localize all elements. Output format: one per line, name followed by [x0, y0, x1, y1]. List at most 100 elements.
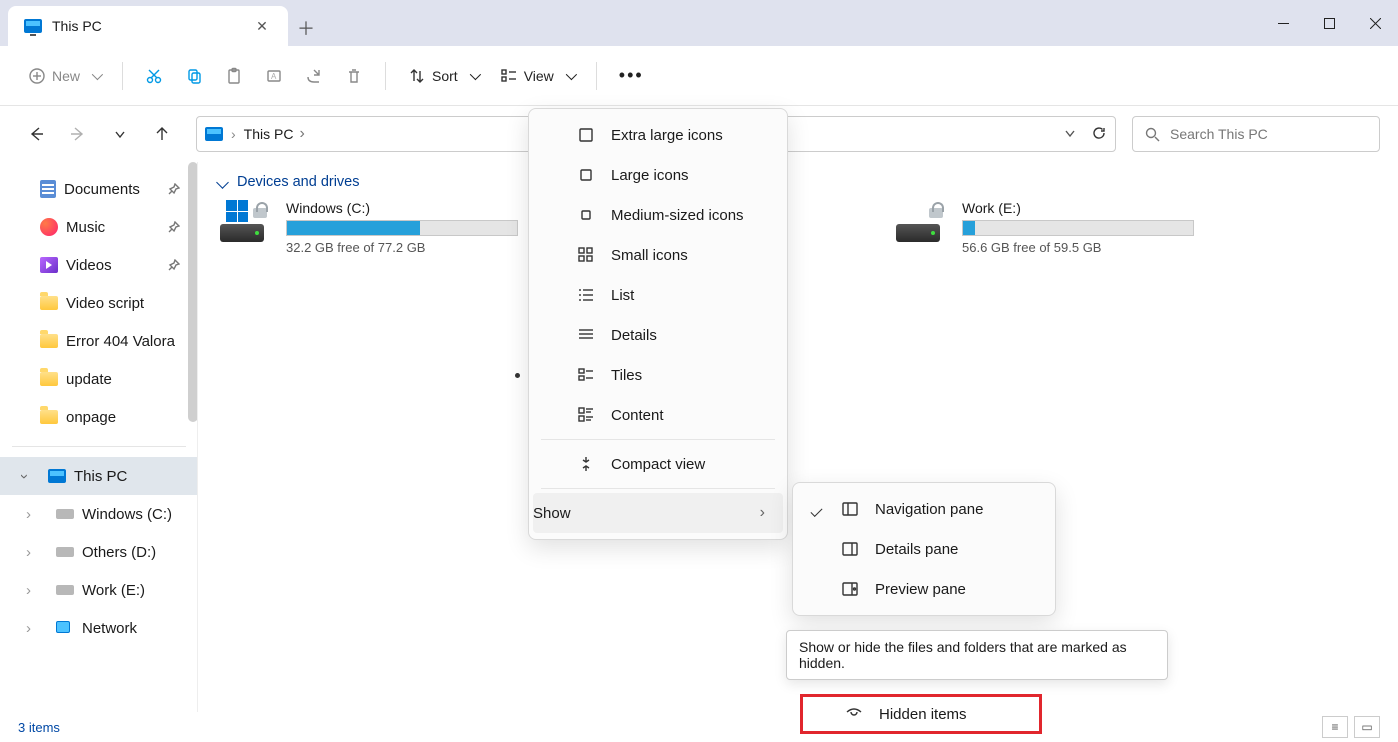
- tooltip-hidden-items: Show or hide the files and folders that …: [786, 630, 1168, 680]
- navigation-pane-icon: [841, 500, 859, 518]
- window-controls: [1260, 0, 1398, 46]
- menu-show[interactable]: Show: [533, 493, 783, 533]
- menu-list[interactable]: List: [533, 275, 783, 315]
- sidebar-this-pc[interactable]: This PC: [0, 457, 198, 495]
- music-icon: [40, 218, 58, 236]
- sidebar-network[interactable]: Network: [0, 609, 198, 647]
- copy-button[interactable]: [177, 58, 211, 94]
- address-dropdown-button[interactable]: [1063, 126, 1077, 143]
- view-dropdown-menu: Extra large icons Large icons Medium-siz…: [528, 108, 788, 540]
- disk-icon: [220, 224, 264, 242]
- menu-medium-icons[interactable]: Medium-sized icons: [533, 195, 783, 235]
- minimize-button[interactable]: [1260, 0, 1306, 46]
- menu-hidden-items[interactable]: Hidden items: [800, 694, 1042, 734]
- forward-button[interactable]: [60, 116, 96, 152]
- title-bar: This PC ✕ ＋: [0, 0, 1398, 46]
- details-icon: [577, 326, 595, 344]
- maximize-button[interactable]: [1306, 0, 1352, 46]
- pin-icon: [168, 259, 180, 271]
- active-tab[interactable]: This PC ✕: [8, 6, 288, 46]
- folder-icon: [40, 410, 58, 424]
- breadcrumb-this-pc[interactable]: This PC: [244, 125, 305, 143]
- details-view-switch[interactable]: ≡: [1322, 716, 1348, 738]
- medium-icons-icon: [577, 206, 595, 224]
- sidebar-item-video-script[interactable]: Video script: [0, 284, 198, 322]
- up-button[interactable]: [144, 116, 180, 152]
- details-pane-icon: [841, 540, 859, 558]
- pin-icon: [168, 183, 180, 195]
- disk-icon: [896, 224, 940, 242]
- menu-details-pane[interactable]: Details pane: [797, 529, 1051, 569]
- back-button[interactable]: [18, 116, 54, 152]
- navigation-pane: Documents Music Videos Video script Erro…: [0, 162, 198, 712]
- documents-icon: [40, 180, 56, 198]
- drive-usage-bar: [286, 220, 518, 236]
- view-button[interactable]: View: [492, 58, 582, 94]
- separator: [122, 62, 123, 90]
- new-button[interactable]: New: [20, 58, 108, 94]
- check-icon: [811, 501, 822, 518]
- folder-icon: [40, 334, 58, 348]
- drive-icon: [56, 547, 74, 557]
- recent-dropdown-button[interactable]: [102, 116, 138, 152]
- sidebar-item-music[interactable]: Music: [0, 208, 198, 246]
- show-submenu: Navigation pane Details pane Preview pan…: [792, 482, 1056, 616]
- close-tab-button[interactable]: ✕: [248, 12, 276, 40]
- sidebar-item-onpage[interactable]: onpage: [0, 398, 198, 436]
- search-input[interactable]: Search This PC: [1132, 116, 1380, 152]
- status-bar: 3 items ≡ ▭: [0, 712, 1398, 742]
- toolbar: New A Sort View •••: [0, 46, 1398, 106]
- sidebar-drive-e[interactable]: Work (E:): [0, 571, 198, 609]
- menu-large-icons[interactable]: Large icons: [533, 155, 783, 195]
- new-tab-button[interactable]: ＋: [288, 10, 324, 46]
- rename-button[interactable]: A: [257, 58, 291, 94]
- drive-e-icon: [894, 200, 950, 248]
- radio-selected-icon: [515, 373, 520, 378]
- separator: [596, 62, 597, 90]
- menu-compact-view[interactable]: Compact view: [533, 444, 783, 484]
- this-pc-icon: [48, 469, 66, 483]
- more-button[interactable]: •••: [611, 58, 652, 94]
- menu-details[interactable]: Details: [533, 315, 783, 355]
- status-item-count: 3 items: [18, 720, 60, 735]
- pin-icon: [168, 221, 180, 233]
- tiles-icon: [577, 366, 595, 384]
- delete-button[interactable]: [337, 58, 371, 94]
- sidebar-drive-c[interactable]: Windows (C:): [0, 495, 198, 533]
- drive-item-e[interactable]: Work (E:) 56.6 GB free of 59.5 GB: [894, 200, 1194, 255]
- extra-large-icons-icon: [577, 126, 595, 144]
- cut-button[interactable]: [137, 58, 171, 94]
- refresh-button[interactable]: [1091, 125, 1107, 144]
- drive-free-text: 56.6 GB free of 59.5 GB: [962, 240, 1194, 255]
- list-icon: [577, 286, 595, 304]
- drive-free-text: 32.2 GB free of 77.2 GB: [286, 240, 518, 255]
- preview-pane-icon: [841, 580, 859, 598]
- tiles-view-switch[interactable]: ▭: [1354, 716, 1380, 738]
- folder-icon: [40, 372, 58, 386]
- sidebar-item-update[interactable]: update: [0, 360, 198, 398]
- sidebar-item-documents[interactable]: Documents: [0, 170, 198, 208]
- large-icons-icon: [577, 166, 595, 184]
- folder-icon: [40, 296, 58, 310]
- menu-separator: [541, 488, 775, 489]
- menu-extra-large-icons[interactable]: Extra large icons: [533, 115, 783, 155]
- windows-logo-icon: [226, 200, 248, 222]
- drive-name: Windows (C:): [286, 200, 518, 216]
- sidebar-drive-d[interactable]: Others (D:): [0, 533, 198, 571]
- menu-navigation-pane[interactable]: Navigation pane: [797, 489, 1051, 529]
- share-button[interactable]: [297, 58, 331, 94]
- small-icons-icon: [577, 246, 595, 264]
- sidebar-item-videos[interactable]: Videos: [0, 246, 198, 284]
- menu-small-icons[interactable]: Small icons: [533, 235, 783, 275]
- paste-button[interactable]: [217, 58, 251, 94]
- group-header-devices[interactable]: Devices and drives: [218, 174, 1378, 190]
- menu-preview-pane[interactable]: Preview pane: [797, 569, 1051, 609]
- videos-icon: [40, 257, 58, 273]
- sidebar-item-error-404[interactable]: Error 404 Valora: [0, 322, 198, 360]
- sort-button[interactable]: Sort: [400, 58, 486, 94]
- drive-c-icon: [218, 200, 274, 248]
- close-window-button[interactable]: [1352, 0, 1398, 46]
- drive-item-c[interactable]: Windows (C:) 32.2 GB free of 77.2 GB: [218, 200, 518, 255]
- menu-tiles[interactable]: Tiles: [533, 355, 783, 395]
- menu-content[interactable]: Content: [533, 395, 783, 435]
